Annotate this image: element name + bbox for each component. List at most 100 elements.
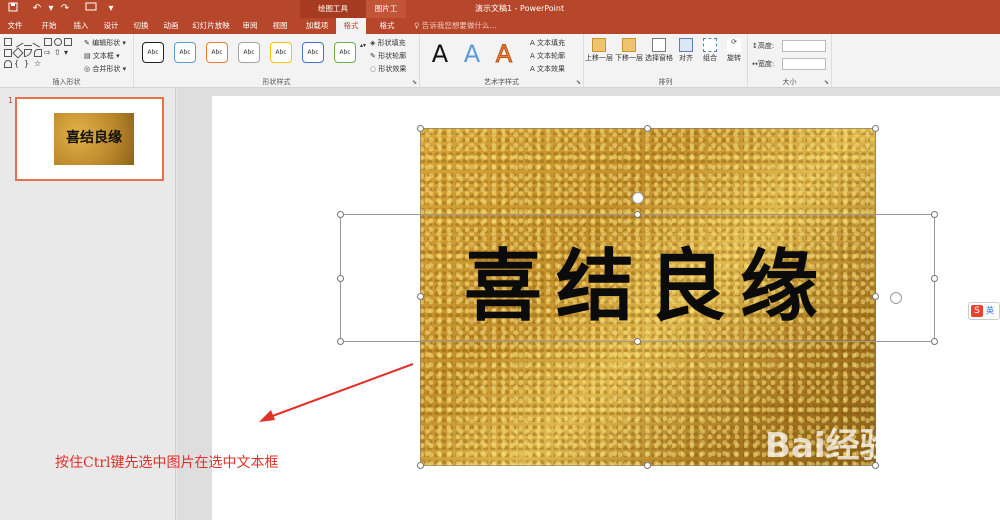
textbox-rotate-handle-icon[interactable]	[890, 292, 902, 304]
shape-line3-icon[interactable]	[32, 36, 44, 48]
tell-me-box[interactable]: ♀ 告诉我您想要做什么...	[414, 18, 497, 34]
picture-resize-handle[interactable]	[644, 462, 651, 469]
shape-styles-more-icon[interactable]: ▴▾	[360, 40, 366, 52]
shape-bracket-icon[interactable]: {	[14, 60, 22, 68]
textbox-resize-handle[interactable]	[337, 211, 344, 218]
wordart-launcher-icon[interactable]: ⬊	[576, 79, 581, 86]
shape-rect2-icon[interactable]	[4, 49, 12, 57]
shape-diamond-icon[interactable]	[12, 47, 24, 59]
height-input[interactable]	[782, 40, 826, 52]
selection-pane-button[interactable]: 选择窗格	[644, 36, 674, 70]
width-label: ↔宽度:	[752, 58, 774, 70]
shape-bracket2-icon[interactable]: }	[24, 60, 32, 68]
contextual-tab-drawing-tools: 绘图工具	[300, 0, 366, 18]
width-input[interactable]	[782, 58, 826, 70]
shape-style-swatch-1[interactable]: Abc	[142, 42, 164, 63]
text-effects-button[interactable]: A 文本效果	[530, 63, 565, 75]
customize-qat-icon[interactable]: ▾	[104, 2, 118, 16]
tab-design[interactable]: 设计	[96, 18, 126, 34]
shape-line-icon[interactable]	[12, 36, 24, 48]
redo-icon[interactable]: ↷	[58, 2, 72, 16]
tab-insert[interactable]: 插入	[66, 18, 96, 34]
shape-style-swatch-6[interactable]: Abc	[302, 42, 324, 63]
group-label: 组合	[703, 54, 717, 62]
undo-icon[interactable]: ↶	[30, 2, 44, 16]
text-box-button[interactable]: ▤ 文本框 ▾	[84, 50, 120, 62]
wordart-style-1[interactable]: A	[424, 38, 456, 70]
picture-resize-handle[interactable]	[417, 125, 424, 132]
rotate-icon: ⟳	[727, 38, 741, 52]
tab-addins[interactable]: 加载项	[300, 18, 334, 34]
picture-rotate-handle-icon[interactable]	[632, 192, 644, 204]
shape-more-icon[interactable]: ▾	[64, 49, 72, 57]
thumbnail-picture: 喜结良缘	[54, 113, 134, 165]
send-backward-label: 下移一层	[615, 54, 643, 62]
tab-review[interactable]: 审阅	[236, 18, 264, 34]
shape-oval-icon[interactable]	[54, 38, 62, 46]
shape-star-icon[interactable]: ☆	[34, 60, 42, 68]
wordart-style-2[interactable]: A	[456, 38, 488, 70]
tab-home[interactable]: 开始	[34, 18, 64, 34]
shape-arrow-icon[interactable]: ⇨	[44, 49, 52, 57]
group-arrange: 上移一层 下移一层 选择窗格 对齐 组合 ⟳ 旋转 排列	[584, 34, 748, 88]
shape-rounded-icon[interactable]	[24, 49, 32, 57]
shape-style-swatch-2[interactable]: Abc	[174, 42, 196, 63]
textbox-resize-handle[interactable]	[634, 338, 641, 345]
save-icon[interactable]	[6, 2, 20, 16]
tab-view[interactable]: 视图	[266, 18, 294, 34]
tab-format-drawing[interactable]: 格式	[336, 18, 366, 34]
textbox-resize-handle[interactable]	[337, 338, 344, 345]
annotation-text: 按住Ctrl键先选中图片在选中文本框	[55, 455, 279, 471]
align-button[interactable]: 对齐	[674, 36, 698, 70]
shape-line2-icon[interactable]	[24, 38, 32, 46]
tab-animations[interactable]: 动画	[156, 18, 186, 34]
align-icon	[679, 38, 693, 52]
rotate-label: 旋转	[727, 54, 741, 62]
send-backward-button[interactable]: 下移一层	[614, 36, 644, 70]
textbox-resize-handle[interactable]	[931, 211, 938, 218]
shape-uparrow-icon[interactable]: ⇧	[54, 49, 62, 57]
shape-effects-button[interactable]: ◌ 形状效果	[370, 63, 406, 75]
picture-resize-handle[interactable]	[644, 125, 651, 132]
dialog-launcher-icon[interactable]: ⬊	[412, 79, 417, 86]
shape-rect-icon[interactable]	[44, 38, 52, 46]
undo-dropdown-icon[interactable]: ▾	[44, 2, 58, 16]
effects-icon: ◌	[370, 65, 377, 73]
tab-format-picture[interactable]: 格式	[372, 18, 402, 34]
textbox-resize-handle[interactable]	[931, 275, 938, 282]
merge-shapes-button[interactable]: ◎ 合并形状 ▾	[84, 63, 126, 75]
slideshow-icon[interactable]	[84, 2, 98, 16]
shape-outline-button[interactable]: ✎ 形状轮廓	[370, 50, 406, 62]
ime-badge[interactable]: S 英	[968, 302, 1000, 320]
picture-resize-handle[interactable]	[872, 125, 879, 132]
slide-thumbnail[interactable]: 喜结良缘	[15, 97, 164, 181]
text-fill-button[interactable]: A 文本填充	[530, 37, 565, 49]
shape-style-swatch-5[interactable]: Abc	[270, 42, 292, 63]
textbox-resize-handle[interactable]	[931, 338, 938, 345]
shape-arc-icon[interactable]	[4, 60, 12, 68]
size-launcher-icon[interactable]: ⬊	[824, 79, 829, 86]
group-button[interactable]: 组合	[698, 36, 722, 70]
tab-slideshow[interactable]: 幻灯片放映	[188, 18, 234, 34]
shapes-gallery[interactable]: ⇨ ⇧ ▾ { } ☆	[4, 36, 80, 68]
shape-style-swatch-3[interactable]: Abc	[206, 42, 228, 63]
selection-pane-label: 选择窗格	[645, 54, 673, 62]
edit-shape-label: 编辑形状	[92, 39, 121, 47]
wordart-style-3[interactable]: A	[488, 38, 520, 70]
shape-style-swatch-4[interactable]: Abc	[238, 42, 260, 63]
shape-square-icon[interactable]	[64, 38, 72, 46]
selection-pane-icon	[652, 38, 666, 52]
rotate-button[interactable]: ⟳ 旋转	[722, 36, 746, 70]
bring-forward-button[interactable]: 上移一层	[584, 36, 614, 70]
textbox-resize-handle[interactable]	[634, 211, 641, 218]
shape-fill-button[interactable]: ◈ 形状填充	[370, 37, 406, 49]
tab-file[interactable]: 文件	[0, 18, 30, 34]
picture-resize-handle[interactable]	[417, 462, 424, 469]
shape-textbox-icon[interactable]	[4, 38, 12, 46]
shape-style-swatch-7[interactable]: Abc	[334, 42, 356, 63]
tab-transitions[interactable]: 切换	[126, 18, 156, 34]
shape-curve-icon[interactable]	[34, 49, 42, 57]
edit-shape-button[interactable]: ✎ 编辑形状 ▾	[84, 37, 126, 49]
text-outline-button[interactable]: A 文本轮廓	[530, 50, 565, 62]
textbox-resize-handle[interactable]	[337, 275, 344, 282]
